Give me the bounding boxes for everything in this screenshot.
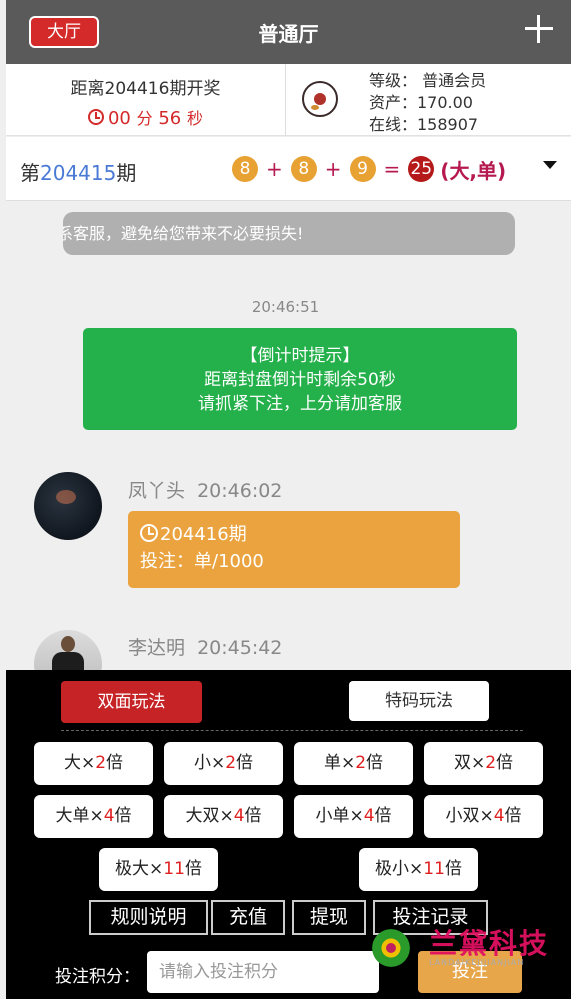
bet-option-small-even[interactable]: 小双×4倍 <box>424 795 543 838</box>
plus-sign: + <box>266 157 283 181</box>
tab-double-sided[interactable]: 双面玩法 <box>61 681 202 723</box>
result-ball: 9 <box>349 156 376 182</box>
bet-option-small-odd[interactable]: 小单×4倍 <box>294 795 413 838</box>
sender-time: 20:46:02 <box>197 480 283 502</box>
bet-bubble: 204416期 投注：单/1000 <box>128 511 460 588</box>
countdown-label: 距离204416期开奖 <box>70 79 221 99</box>
info-bar: 距离204416期开奖 00 分 56 秒 等级： 普通会员 资产：170.00… <box>6 64 571 136</box>
equals-sign: = <box>383 157 401 181</box>
second-unit: 秒 <box>187 109 204 128</box>
message-meta: 凤丫头 20:46:02 <box>128 476 282 503</box>
tip-title: 【倒计时提示】 <box>240 346 360 366</box>
message-meta: 李达明 20:45:42 <box>128 633 282 660</box>
tip-line: 距离封盘倒计时剩余50秒 <box>204 370 396 390</box>
watermark-logo-icon <box>369 926 413 970</box>
period-suffix: 期 <box>116 161 137 185</box>
user-level: 等级： 普通会员 <box>369 71 487 90</box>
bet-option-small[interactable]: 小×2倍 <box>164 742 283 785</box>
sender-name: 凤丫头 <box>128 480 186 502</box>
watermark: 兰黛科技 LANDAIKEJIJIANJIAN <box>369 922 559 972</box>
message-time: 20:46:51 <box>251 298 320 316</box>
result-sum-ball: 25 <box>408 156 435 182</box>
watermark-subtext: LANDAIKEJIJIANJIAN <box>429 958 525 967</box>
period-bar[interactable]: 第204415期 8 + 8 + 9 = 25 (大,单) <box>6 137 571 201</box>
period-label: 第204415期 <box>20 157 136 186</box>
user-info: 等级： 普通会员 资产：170.00 在线：158907 <box>369 70 486 136</box>
countdown-panel: 距离204416期开奖 00 分 56 秒 <box>6 64 286 136</box>
bet-option-big-even[interactable]: 大双×4倍 <box>164 795 283 838</box>
bet-option-even[interactable]: 双×2倍 <box>424 742 543 785</box>
result-tag: (大,单) <box>440 158 507 183</box>
countdown-seconds: 56 <box>158 108 182 129</box>
bet-period-text: 204416期 <box>160 524 247 545</box>
bet-option-odd[interactable]: 单×2倍 <box>294 742 413 785</box>
sender-time: 20:45:42 <box>197 637 283 659</box>
bet-detail: 投注：单/1000 <box>140 551 264 572</box>
clock-icon <box>140 524 158 542</box>
notice-banner: 系客服，避免给您带来不必要损失! <box>63 212 515 255</box>
rules-button[interactable]: 规则说明 <box>89 900 208 935</box>
bet-amount-label: 投注积分： <box>55 967 140 987</box>
recharge-button[interactable]: 充值 <box>211 900 285 935</box>
result-ball: 8 <box>290 156 317 182</box>
notice-text: 系客服，避免给您带来不必要损失! <box>63 224 304 243</box>
minute-unit: 分 <box>136 109 153 128</box>
top-header: 大厅 普通厅 <box>6 0 571 64</box>
clock-icon <box>87 109 104 125</box>
period-number: 204415 <box>40 161 117 185</box>
page-title: 普通厅 <box>258 22 319 46</box>
bet-amount-input[interactable] <box>147 951 379 993</box>
tip-line: 请抓紧下注，上分请加客服 <box>198 394 402 414</box>
period-prefix: 第 <box>20 161 40 185</box>
countdown-minutes: 00 <box>107 108 131 129</box>
countdown-tip-message: 【倒计时提示】 距离封盘倒计时剩余50秒 请抓紧下注，上分请加客服 <box>83 328 517 430</box>
divider <box>61 730 523 731</box>
bet-option-big[interactable]: 大×2倍 <box>34 742 153 785</box>
tab-special-number[interactable]: 特码玩法 <box>349 681 489 721</box>
avatar[interactable] <box>34 472 102 540</box>
user-assets: 资产：170.00 <box>369 93 473 112</box>
draw-result: 8 + 8 + 9 = 25 (大,单) <box>232 155 506 183</box>
withdraw-button[interactable]: 提现 <box>292 900 366 935</box>
bet-option-extreme-small[interactable]: 极小×11倍 <box>359 848 478 891</box>
user-avatar[interactable] <box>302 81 338 117</box>
plus-sign: + <box>324 157 342 181</box>
bet-period: 204416期 <box>140 521 448 548</box>
sender-name: 李达明 <box>128 637 186 659</box>
countdown-timer: 00 分 56 秒 <box>6 105 285 129</box>
dropdown-arrow-icon[interactable] <box>543 161 557 169</box>
watermark-text: 兰黛科技 <box>429 927 550 960</box>
plus-icon[interactable] <box>525 15 553 43</box>
online-count: 在线：158907 <box>369 115 479 134</box>
bet-option-extreme-big[interactable]: 极大×11倍 <box>99 848 218 891</box>
result-ball: 8 <box>232 156 258 182</box>
bet-option-big-odd[interactable]: 大单×4倍 <box>34 795 153 838</box>
